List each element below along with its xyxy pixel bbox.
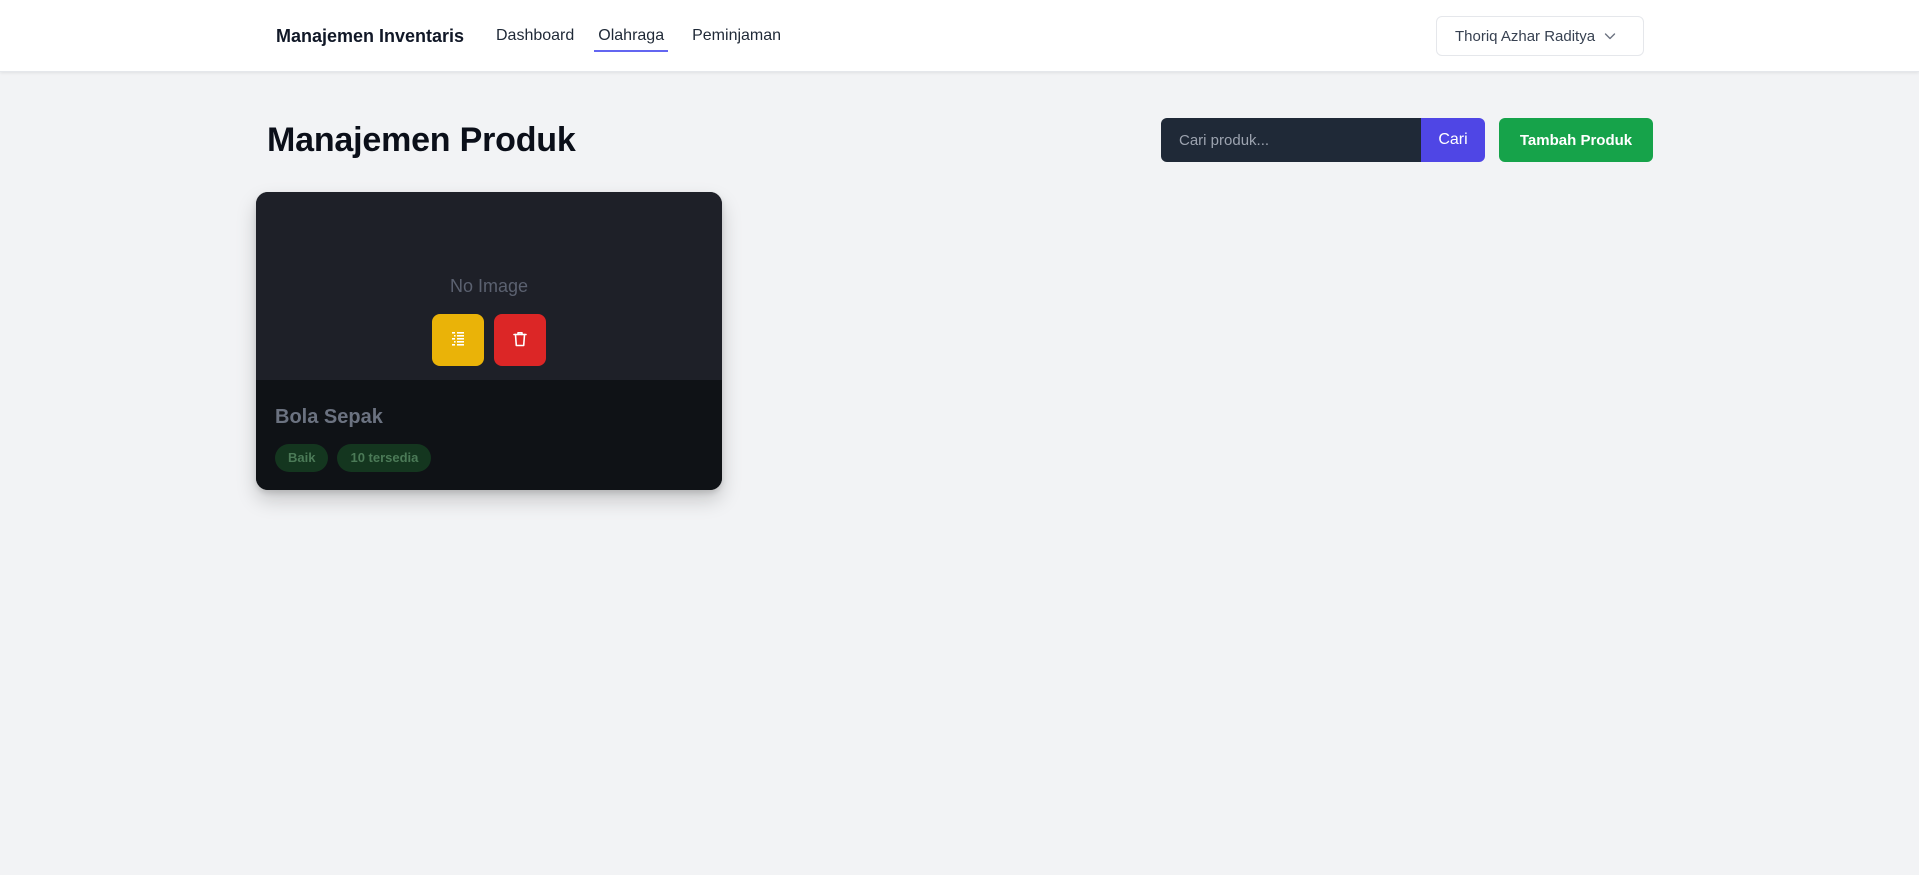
- chevron-down-icon: [1603, 29, 1617, 43]
- delete-product-button[interactable]: [494, 314, 546, 366]
- product-name: Bola Sepak: [275, 406, 383, 428]
- search-button[interactable]: Cari: [1421, 118, 1485, 162]
- page-title: Manajemen Produk: [267, 121, 576, 159]
- product-image-placeholder: No Image: [256, 192, 722, 380]
- nav-link-olahraga[interactable]: Olahraga: [594, 24, 668, 52]
- edit-list-icon: [449, 330, 467, 351]
- product-card-body: Bola Sepak Baik 10 tersedia: [256, 380, 722, 490]
- user-name: Thoriq Azhar Raditya: [1455, 27, 1596, 45]
- user-menu-button[interactable]: Thoriq Azhar Raditya: [1436, 16, 1644, 56]
- search-input[interactable]: [1161, 118, 1421, 162]
- nav-link-dashboard[interactable]: Dashboard: [496, 24, 574, 48]
- card-actions: [432, 314, 546, 366]
- availability-badge: 10 tersedia: [337, 444, 432, 472]
- search-bar: Cari: [1161, 118, 1485, 162]
- product-card: No Image Bola Sepak Baik 10 tersedia: [256, 192, 722, 490]
- condition-badge: Baik: [275, 444, 329, 472]
- add-product-button[interactable]: Tambah Produk: [1499, 118, 1653, 162]
- top-navbar: Manajemen Inventaris Dashboard Olahraga …: [0, 0, 1919, 72]
- trash-icon: [511, 330, 529, 351]
- main-nav: Dashboard Olahraga Peminjaman: [496, 24, 805, 52]
- product-badges: Baik 10 tersedia: [275, 444, 432, 472]
- no-image-text: No Image: [449, 276, 529, 296]
- edit-product-button[interactable]: [432, 314, 484, 366]
- brand-title[interactable]: Manajemen Inventaris: [276, 24, 464, 48]
- nav-link-peminjaman[interactable]: Peminjaman: [692, 24, 781, 48]
